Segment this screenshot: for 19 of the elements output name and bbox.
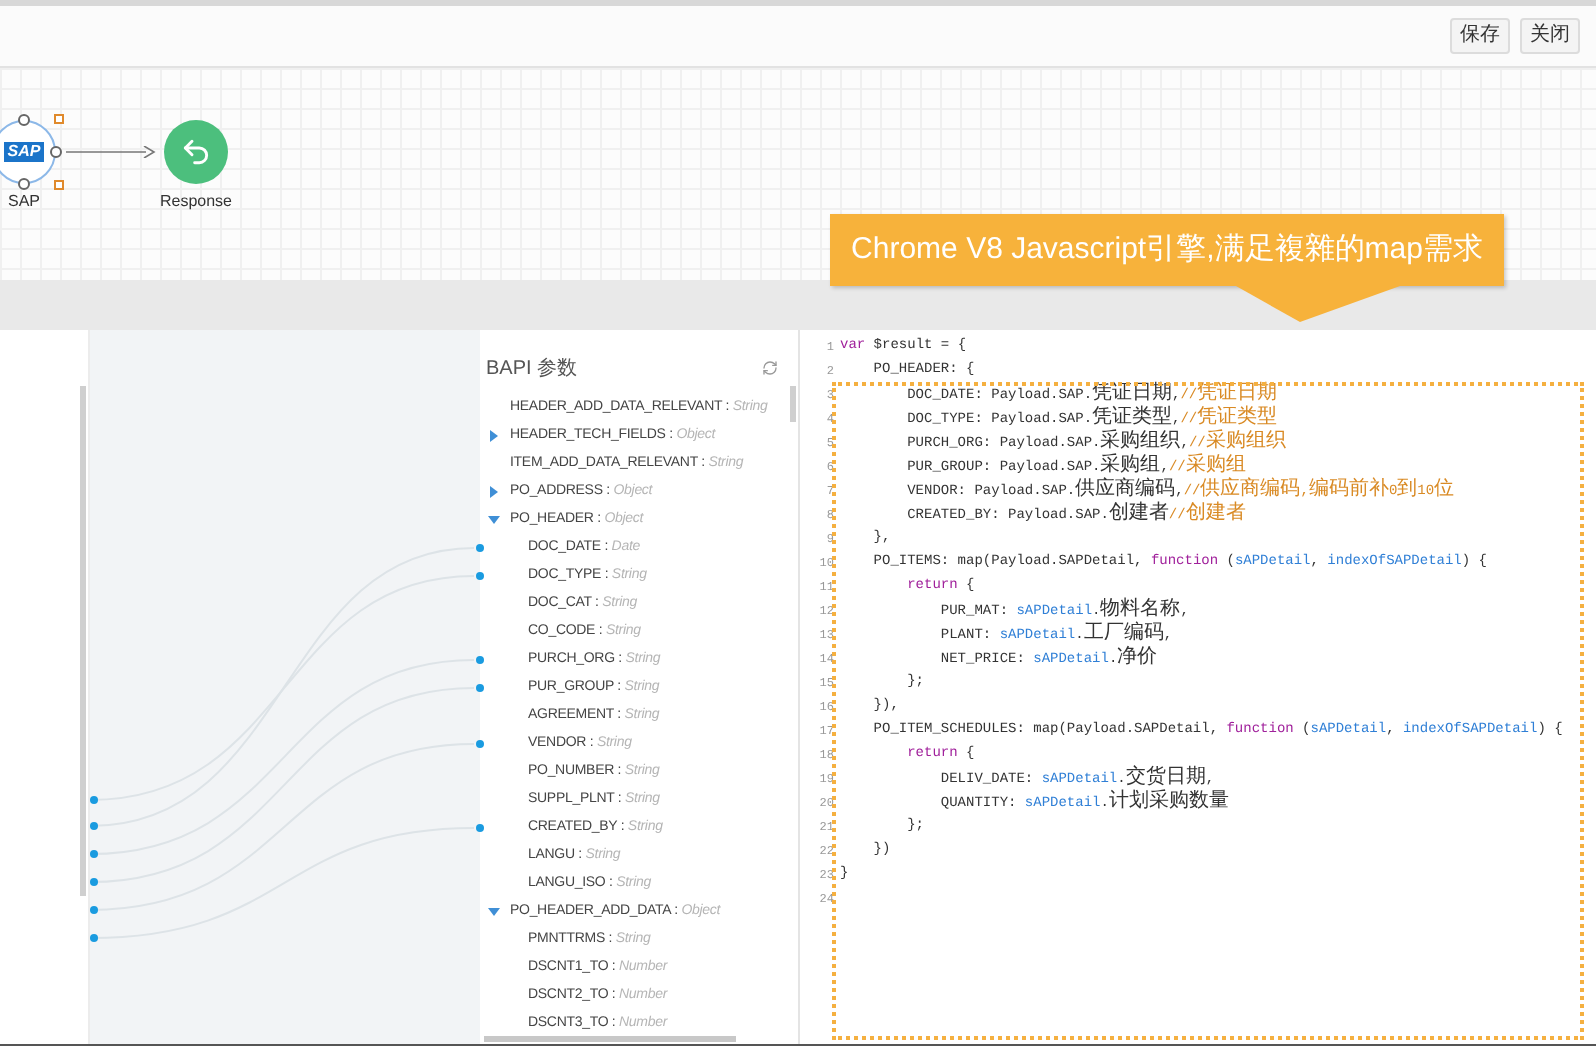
panel-title: BAPI 参数	[486, 355, 578, 383]
sap-logo: SAP	[3, 142, 45, 162]
node-label: SAP	[8, 190, 40, 214]
return-icon	[180, 136, 212, 168]
resize-handle[interactable]	[18, 114, 30, 126]
refresh-icon[interactable]	[762, 360, 778, 376]
caret-right-icon[interactable]	[488, 430, 500, 442]
toolbar-button[interactable]: 保存	[1450, 18, 1510, 54]
caret-down-icon[interactable]	[488, 514, 500, 526]
caret-right-icon[interactable]	[488, 486, 500, 498]
connector-arrow	[66, 146, 156, 158]
node-label: Response	[159, 190, 233, 214]
caret-down-icon[interactable]	[488, 906, 500, 918]
resize-handle[interactable]	[54, 114, 64, 124]
toolbar-button[interactable]: 关闭	[1520, 18, 1580, 54]
sap-node[interactable]: SAP	[0, 120, 56, 184]
resize-handle[interactable]	[54, 180, 64, 190]
response-node[interactable]	[164, 120, 228, 184]
scrollbar[interactable]	[484, 1036, 736, 1042]
